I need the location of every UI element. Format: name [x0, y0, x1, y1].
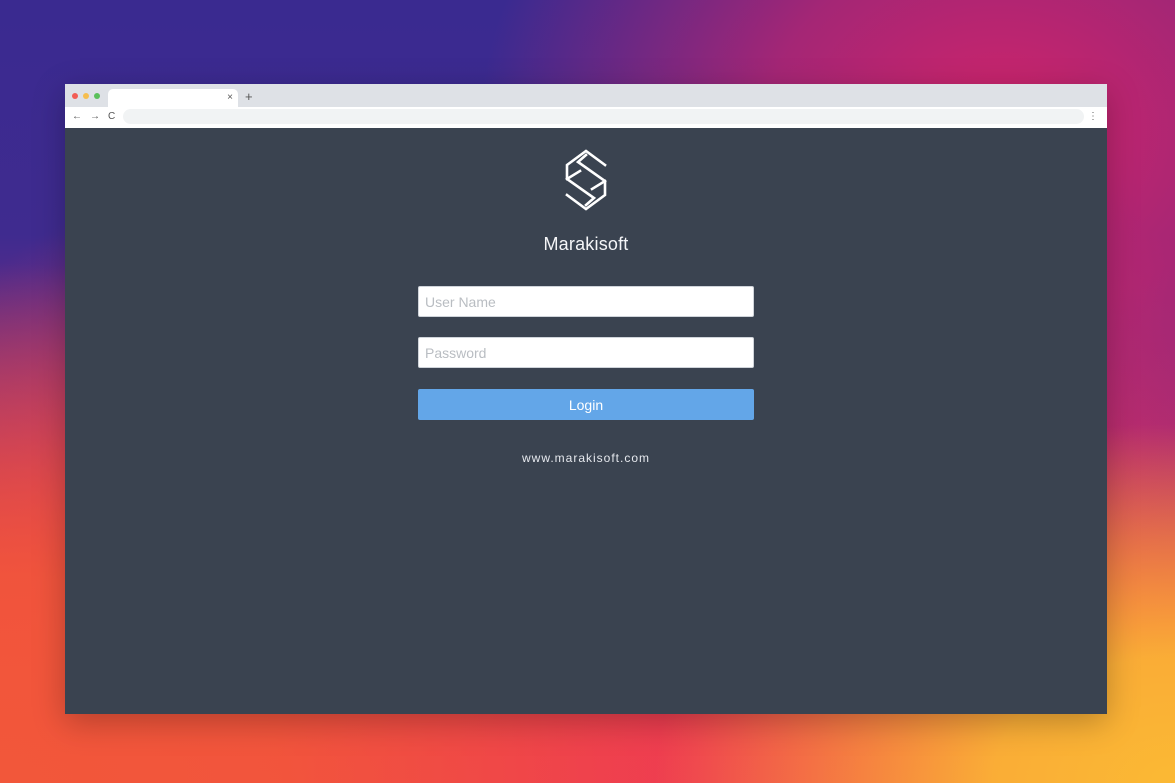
browser-tab[interactable]: ×: [108, 89, 238, 107]
browser-menu-icon[interactable]: ⋮: [1088, 110, 1098, 124]
maximize-window-button[interactable]: [94, 93, 100, 99]
tab-bar: × +: [65, 84, 1107, 107]
browser-window: × + ← → C ⋮ Marakisoft Login www.marakis…: [65, 84, 1107, 714]
close-window-button[interactable]: [72, 93, 78, 99]
minimize-window-button[interactable]: [83, 93, 89, 99]
address-bar[interactable]: [123, 109, 1084, 124]
new-tab-button[interactable]: +: [245, 90, 253, 104]
password-input[interactable]: [418, 337, 754, 368]
tab-close-icon[interactable]: ×: [227, 91, 233, 105]
reload-icon[interactable]: C: [108, 110, 115, 124]
marakisoft-logo-icon: [565, 149, 607, 211]
login-button[interactable]: Login: [418, 389, 754, 420]
username-input[interactable]: [418, 286, 754, 317]
login-page: Marakisoft Login www.marakisoft.com: [65, 128, 1107, 714]
back-icon[interactable]: ←: [72, 110, 82, 124]
website-link[interactable]: www.marakisoft.com: [65, 451, 1107, 465]
brand-name: Marakisoft: [543, 234, 629, 254]
forward-icon[interactable]: →: [90, 110, 100, 124]
browser-toolbar: ← → C ⋮: [65, 107, 1107, 129]
